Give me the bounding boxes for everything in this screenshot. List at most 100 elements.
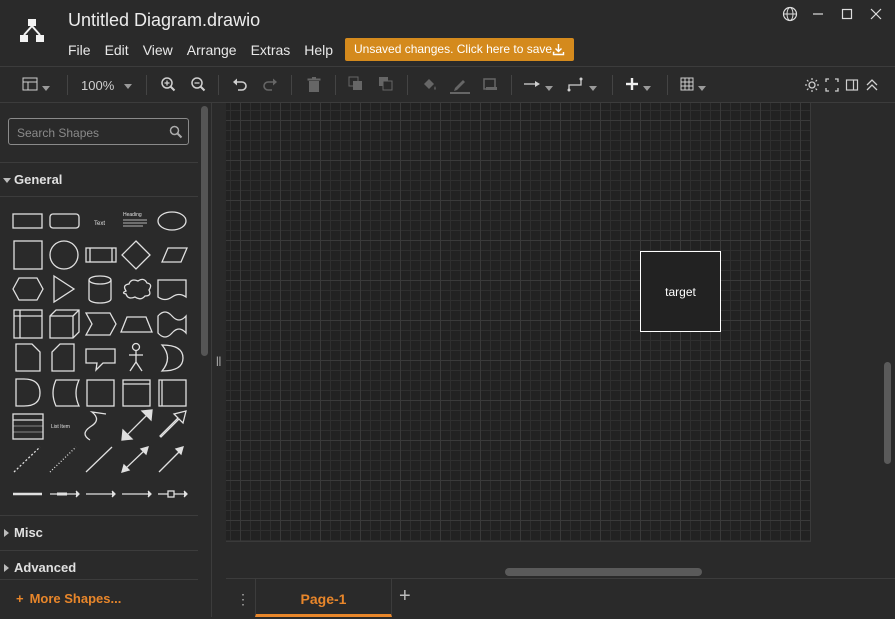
section-general-label: General bbox=[14, 172, 63, 187]
dashed-line-shape bbox=[13, 446, 41, 473]
swimlane-shape bbox=[158, 379, 187, 407]
tab-page-1[interactable]: Page-1 bbox=[255, 579, 392, 617]
section-misc-label: Misc bbox=[14, 525, 43, 540]
menu-help[interactable]: Help bbox=[304, 42, 333, 58]
undo-icon[interactable] bbox=[232, 76, 248, 94]
svg-text:Heading: Heading bbox=[123, 212, 142, 218]
container-shape bbox=[86, 379, 115, 407]
chevron-right-icon bbox=[4, 529, 9, 537]
connection-icon bbox=[524, 81, 540, 87]
sidebar-scrollbar[interactable] bbox=[201, 106, 208, 356]
parallelogram-shape bbox=[161, 247, 188, 263]
plus-icon: + bbox=[16, 591, 24, 606]
vertical-scrollbar[interactable] bbox=[884, 362, 891, 464]
redo-icon[interactable] bbox=[262, 76, 278, 94]
note-shape bbox=[15, 343, 41, 372]
diamond-shape bbox=[121, 240, 151, 270]
cylinder-shape bbox=[88, 275, 112, 304]
directional-connector-shape bbox=[158, 446, 184, 473]
connector-3-labels-shape bbox=[122, 490, 152, 498]
step-shape bbox=[84, 312, 117, 336]
cube-shape bbox=[49, 309, 80, 339]
add-page-icon[interactable]: + bbox=[399, 585, 411, 608]
menu-edit[interactable]: Edit bbox=[105, 42, 129, 58]
drawio-logo-icon bbox=[20, 19, 44, 42]
document-title[interactable]: Untitled Diagram.drawio bbox=[68, 10, 260, 31]
save-notice-label: Unsaved changes. Click here to save. bbox=[354, 42, 556, 56]
canvas-grid[interactable]: target bbox=[226, 103, 811, 542]
splitter-handle-icon[interactable]: || bbox=[216, 356, 221, 367]
circle-shape bbox=[49, 240, 79, 270]
menu-arrange[interactable]: Arrange bbox=[187, 42, 237, 58]
zoom-value: 100% bbox=[81, 78, 115, 93]
general-shapes-palette[interactable]: Text Heading List Item bbox=[10, 204, 195, 504]
textbox-shape: Heading bbox=[123, 212, 147, 227]
search-shapes-input[interactable] bbox=[15, 123, 169, 142]
zoom-select[interactable]: 100% bbox=[81, 78, 133, 96]
waypoints-icon bbox=[567, 77, 583, 92]
internal-storage-shape bbox=[13, 309, 43, 339]
list-container-shape bbox=[122, 379, 151, 407]
globe-icon[interactable] bbox=[780, 6, 800, 22]
bidirectional-connector-shape bbox=[121, 446, 149, 473]
section-general[interactable]: General bbox=[0, 166, 198, 194]
zoom-in-icon[interactable] bbox=[160, 76, 176, 94]
to-back-icon[interactable] bbox=[378, 76, 394, 94]
text-shape: Text bbox=[94, 221, 105, 227]
menu-file[interactable]: File bbox=[68, 42, 91, 58]
search-icon[interactable] bbox=[169, 125, 183, 139]
insert-icon bbox=[626, 78, 638, 90]
arrow-shape bbox=[159, 410, 187, 438]
menu-view[interactable]: View bbox=[143, 42, 173, 58]
horizontal-scrollbar[interactable] bbox=[505, 568, 702, 576]
target-shape-label: target bbox=[665, 284, 696, 299]
diagram-canvas[interactable]: target bbox=[226, 103, 895, 578]
actor-shape bbox=[129, 342, 143, 372]
fullscreen-icon[interactable] bbox=[825, 76, 839, 94]
connector-label-shape bbox=[50, 490, 80, 498]
fill-color-icon[interactable] bbox=[421, 76, 439, 94]
tab-page-1-label: Page-1 bbox=[300, 591, 347, 607]
section-advanced[interactable]: Advanced bbox=[0, 554, 198, 582]
minimize-icon[interactable] bbox=[808, 6, 828, 22]
delete-icon[interactable] bbox=[306, 76, 322, 94]
menu-extras[interactable]: Extras bbox=[251, 42, 291, 58]
ellipse-shape bbox=[157, 211, 187, 231]
callout-shape bbox=[85, 348, 116, 372]
data-storage-shape bbox=[52, 379, 81, 407]
line-shape bbox=[85, 446, 113, 473]
rounded-rectangle-shape bbox=[49, 213, 80, 229]
hexagon-shape bbox=[12, 277, 44, 301]
shadow-icon[interactable] bbox=[482, 76, 500, 94]
table-button[interactable] bbox=[680, 76, 706, 94]
close-icon[interactable] bbox=[866, 6, 886, 22]
toggle-panel-icon[interactable] bbox=[845, 76, 859, 94]
more-shapes-label: More Shapes... bbox=[29, 591, 122, 606]
process-shape bbox=[85, 247, 117, 263]
cloud-shape bbox=[122, 278, 152, 300]
theme-icon[interactable] bbox=[804, 76, 820, 94]
card-shape bbox=[51, 343, 75, 372]
waypoints-button[interactable] bbox=[567, 76, 597, 94]
connection-style-button[interactable] bbox=[523, 76, 553, 94]
dotted-line-shape bbox=[49, 446, 77, 473]
save-notice-button[interactable]: Unsaved changes. Click here to save. bbox=[345, 38, 574, 61]
collapse-icon[interactable] bbox=[865, 76, 879, 94]
pages-menu-icon[interactable]: ⋮ bbox=[236, 591, 250, 608]
to-front-icon[interactable] bbox=[348, 76, 364, 94]
target-shape[interactable]: target bbox=[640, 251, 721, 332]
section-misc[interactable]: Misc bbox=[0, 519, 198, 547]
format-panel-button[interactable] bbox=[22, 76, 50, 94]
square-shape bbox=[13, 240, 43, 270]
rectangle-shape bbox=[12, 213, 43, 229]
menu-bar: File Edit View Arrange Extras Help bbox=[68, 42, 347, 58]
bidirectional-arrow-shape bbox=[121, 409, 153, 441]
line-color-icon[interactable] bbox=[450, 76, 470, 94]
shapes-sidebar: General Text Heading bbox=[0, 103, 212, 617]
more-shapes-button[interactable]: + More Shapes... bbox=[16, 591, 121, 606]
zoom-out-icon[interactable] bbox=[190, 76, 206, 94]
connector-symbol-shape bbox=[158, 490, 188, 498]
document-shape bbox=[157, 279, 187, 301]
insert-button[interactable] bbox=[625, 76, 651, 94]
maximize-icon[interactable] bbox=[837, 6, 857, 22]
